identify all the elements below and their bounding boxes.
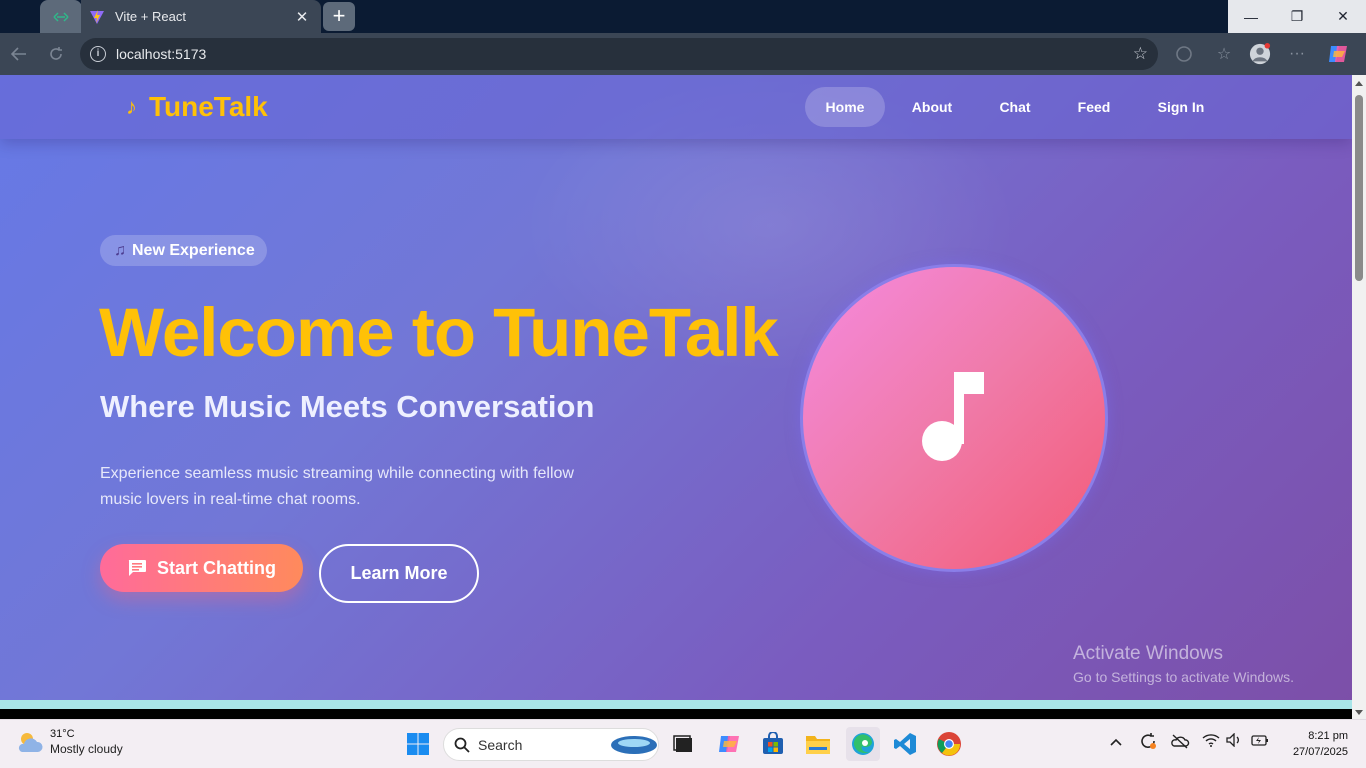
minimize-button[interactable]: — (1228, 0, 1274, 33)
sync-update-icon[interactable] (1138, 731, 1158, 754)
show-hidden-icons-chevron-icon[interactable] (1110, 733, 1122, 749)
file-explorer-icon[interactable] (803, 729, 833, 759)
learn-more-label: Learn More (350, 563, 448, 583)
restore-button[interactable]: ❐ (1274, 0, 1320, 33)
start-chatting-button[interactable]: Start Chatting (100, 544, 303, 592)
favorites-icon[interactable]: ☆ (1213, 43, 1235, 65)
edge-browser-icon[interactable] (846, 727, 880, 761)
scroll-down-icon[interactable] (1355, 710, 1363, 715)
clock-time: 8:21 pm (1308, 730, 1348, 742)
nav-link-feed[interactable]: Feed (1051, 87, 1137, 127)
hero-subtitle: Where Music Meets Conversation (100, 389, 595, 424)
task-view-icon[interactable] (668, 729, 698, 759)
tab-active[interactable]: Vite + React ✕ (81, 0, 321, 33)
site-info-icon[interactable]: i (90, 46, 106, 62)
address-bar[interactable]: i localhost:5173 ☆ (80, 38, 1158, 70)
taskbar-search[interactable]: Search (443, 728, 659, 761)
tab-close-icon[interactable]: ✕ (293, 8, 311, 26)
page-viewport: ♪ TuneTalk Home About Chat Feed Sign In … (0, 75, 1352, 709)
chrome-browser-icon[interactable] (934, 729, 964, 759)
address-url: localhost:5173 (116, 46, 207, 62)
nav-link-about[interactable]: About (885, 87, 979, 127)
weather-widget[interactable]: 31°C Mostly cloudy (16, 728, 123, 756)
microsoft-store-icon[interactable] (758, 729, 788, 759)
weather-temperature: 31°C (50, 728, 75, 740)
tab-previous[interactable] (40, 0, 82, 33)
favorite-star-icon[interactable]: ☆ (1133, 44, 1148, 64)
music-note-icon: ♪ (126, 94, 137, 119)
site-navbar: ♪ TuneTalk Home About Chat Feed Sign In (0, 75, 1352, 139)
search-highlight-icon (611, 735, 657, 754)
search-icon (454, 737, 470, 753)
activate-windows-watermark: Activate Windows Go to Settings to activ… (1073, 643, 1294, 685)
music-note-large-icon (922, 372, 984, 461)
watermark-subtitle: Go to Settings to activate Windows. (1073, 669, 1294, 685)
weather-condition: Mostly cloudy (50, 742, 123, 756)
badge-text: New Experience (132, 241, 255, 259)
start-chatting-label: Start Chatting (157, 557, 276, 578)
copilot-taskbar-icon[interactable] (714, 729, 744, 759)
chat-bubble-icon (128, 560, 146, 576)
wifi-icon[interactable] (1202, 733, 1220, 750)
logo-text: TuneTalk (149, 91, 268, 122)
scrollbar-thumb[interactable] (1355, 95, 1363, 281)
onedrive-offline-icon[interactable] (1170, 733, 1190, 752)
hero-badge: ♫ New Experience (100, 235, 267, 266)
learn-more-button[interactable]: Learn More (319, 544, 479, 603)
next-section-edge (0, 700, 1352, 709)
vite-favicon-icon (90, 9, 104, 24)
nav-link-home[interactable]: Home (805, 87, 885, 127)
scroll-up-icon[interactable] (1355, 81, 1363, 86)
system-clock[interactable]: 8:21 pm 27/07/2025 (1282, 728, 1348, 760)
site-logo[interactable]: ♪ TuneTalk (126, 91, 268, 123)
page-scrollbar[interactable] (1352, 75, 1366, 719)
windows-taskbar: 31°C Mostly cloudy Search 8:21 pm 27/07/… (0, 719, 1366, 768)
browser-tabstrip: Vite + React ✕ + — ❐ ✕ (0, 0, 1366, 33)
tab-title: Vite + React (115, 9, 186, 24)
hero-title: Welcome to TuneTalk (99, 294, 779, 371)
profile-avatar-icon[interactable] (1249, 43, 1271, 65)
nav-link-sign-in[interactable]: Sign In (1137, 87, 1225, 127)
new-tab-button[interactable]: + (323, 2, 355, 31)
watermark-title: Activate Windows (1073, 643, 1223, 664)
taskbar-search-placeholder: Search (478, 736, 523, 753)
extensions-icon[interactable] (1173, 43, 1195, 65)
tab-group-icon (53, 11, 69, 22)
cloudy-weather-icon (18, 733, 43, 752)
music-disc (800, 264, 1108, 572)
vscode-icon[interactable] (890, 729, 920, 759)
more-menu-icon[interactable]: ··· (1286, 43, 1308, 65)
copilot-icon[interactable] (1327, 43, 1349, 65)
music-notes-icon: ♫ (114, 241, 126, 259)
clock-date: 27/07/2025 (1292, 746, 1348, 758)
hero-description: Experience seamless music streaming whil… (100, 465, 574, 508)
nav-links: Home About Chat Feed Sign In (805, 87, 1225, 127)
browser-toolbar: i localhost:5173 ☆ ☆ ··· (0, 33, 1366, 75)
nav-link-chat[interactable]: Chat (979, 87, 1051, 127)
battery-icon[interactable] (1251, 733, 1269, 750)
close-window-button[interactable]: ✕ (1320, 0, 1366, 33)
windows-start-icon[interactable] (403, 729, 433, 759)
volume-icon[interactable] (1226, 732, 1242, 750)
reload-icon[interactable] (45, 43, 67, 65)
back-icon[interactable] (8, 43, 30, 65)
window-controls: — ❐ ✕ (1228, 0, 1366, 33)
